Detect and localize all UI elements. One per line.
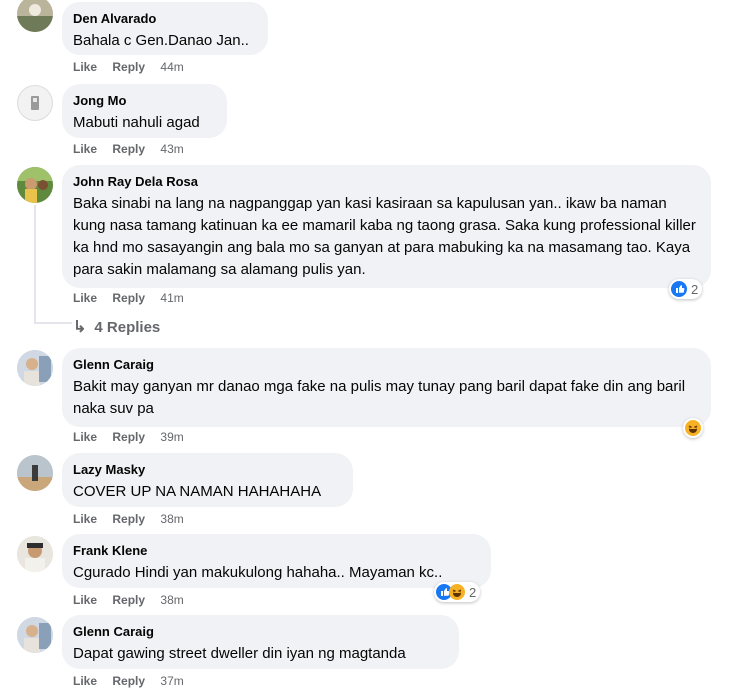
comment-author[interactable]: John Ray Dela Rosa bbox=[73, 173, 699, 190]
comment-text: Mabuti nahuli agad bbox=[73, 114, 200, 131]
like-button[interactable]: Like bbox=[73, 593, 97, 607]
comment-bubble: Jong Mo Mabuti nahuli agad bbox=[62, 84, 227, 138]
like-button[interactable]: Like bbox=[73, 512, 97, 526]
comment-time[interactable]: 41m bbox=[160, 291, 183, 305]
comment-author[interactable]: Frank Klene bbox=[73, 542, 479, 559]
comment-actions: Like Reply 38m bbox=[73, 593, 196, 607]
comment-author[interactable]: Jong Mo bbox=[73, 92, 215, 109]
comment-text: Dapat gawing street dweller din iyan ng … bbox=[73, 645, 406, 662]
reply-button[interactable]: Reply bbox=[112, 60, 145, 74]
comment-bubble: Den Alvarado Bahala c Gen.Danao Jan.. bbox=[62, 2, 268, 55]
avatar[interactable] bbox=[17, 455, 53, 491]
like-button[interactable]: Like bbox=[73, 142, 97, 156]
comment-text: Bahala c Gen.Danao Jan.. bbox=[73, 32, 249, 49]
comment-text: Cgurado Hindi yan makukulong hahaha.. Ma… bbox=[73, 564, 443, 581]
comment-time[interactable]: 39m bbox=[160, 430, 183, 444]
comment-author[interactable]: Den Alvarado bbox=[73, 10, 256, 27]
comment-author[interactable]: Lazy Masky bbox=[73, 461, 341, 478]
reply-button[interactable]: Reply bbox=[112, 291, 145, 305]
haha-reaction-icon bbox=[449, 584, 465, 600]
comment-text: Bakit may ganyan mr danao mga fake na pu… bbox=[73, 378, 686, 417]
replies-label: 4 Replies bbox=[94, 319, 161, 336]
like-button[interactable]: Like bbox=[73, 674, 97, 688]
avatar[interactable] bbox=[17, 617, 53, 653]
avatar[interactable] bbox=[17, 536, 53, 572]
reply-button[interactable]: Reply bbox=[112, 512, 145, 526]
comment-bubble: Frank Klene Cgurado Hindi yan makukulong… bbox=[62, 534, 491, 588]
comment-time[interactable]: 44m bbox=[160, 60, 183, 74]
comment-bubble: John Ray Dela Rosa Baka sinabi na lang n… bbox=[62, 165, 711, 288]
haha-reaction-icon bbox=[685, 420, 701, 436]
reaction-summary[interactable]: 2 bbox=[434, 582, 481, 602]
reply-arrow-icon: ↳ bbox=[73, 319, 87, 336]
comment-actions: Like Reply 43m bbox=[73, 142, 196, 156]
like-reaction-icon bbox=[671, 281, 687, 297]
comment-text: COVER UP NA NAMAN HAHAHAHA bbox=[73, 483, 322, 500]
comment-actions: Like Reply 39m bbox=[73, 430, 196, 444]
like-button[interactable]: Like bbox=[73, 60, 97, 74]
reaction-summary[interactable] bbox=[683, 418, 703, 438]
comment-bubble: Glenn Caraig Dapat gawing street dweller… bbox=[62, 615, 459, 669]
avatar[interactable] bbox=[17, 350, 53, 386]
comment-time[interactable]: 37m bbox=[160, 674, 183, 688]
reply-button[interactable]: Reply bbox=[112, 674, 145, 688]
avatar[interactable] bbox=[17, 167, 53, 203]
comment-actions: Like Reply 44m bbox=[73, 60, 196, 74]
reaction-count: 2 bbox=[691, 281, 699, 297]
reply-button[interactable]: Reply bbox=[112, 142, 145, 156]
reaction-count: 2 bbox=[469, 584, 477, 600]
view-replies-link[interactable]: ↳ 4 Replies bbox=[73, 317, 160, 337]
comment-actions: Like Reply 41m bbox=[73, 291, 196, 305]
reaction-summary[interactable]: 2 bbox=[669, 279, 703, 299]
like-button[interactable]: Like bbox=[73, 430, 97, 444]
avatar[interactable] bbox=[17, 85, 53, 121]
comment-author[interactable]: Glenn Caraig bbox=[73, 356, 699, 373]
comment-bubble: Lazy Masky COVER UP NA NAMAN HAHAHAHA bbox=[62, 453, 353, 507]
comment-actions: Like Reply 38m bbox=[73, 512, 196, 526]
comment-time[interactable]: 38m bbox=[160, 512, 183, 526]
thread-line bbox=[34, 205, 36, 323]
comment-time[interactable]: 38m bbox=[160, 593, 183, 607]
comment-time[interactable]: 43m bbox=[160, 142, 183, 156]
comment-bubble: Glenn Caraig Bakit may ganyan mr danao m… bbox=[62, 348, 711, 427]
avatar[interactable] bbox=[17, 0, 53, 32]
comment-actions: Like Reply 37m bbox=[73, 674, 196, 688]
comment-text: Baka sinabi na lang na nagpanggap yan ka… bbox=[73, 195, 696, 278]
reply-button[interactable]: Reply bbox=[112, 593, 145, 607]
like-button[interactable]: Like bbox=[73, 291, 97, 305]
thread-line bbox=[34, 322, 72, 324]
comment-author[interactable]: Glenn Caraig bbox=[73, 623, 447, 640]
reply-button[interactable]: Reply bbox=[112, 430, 145, 444]
